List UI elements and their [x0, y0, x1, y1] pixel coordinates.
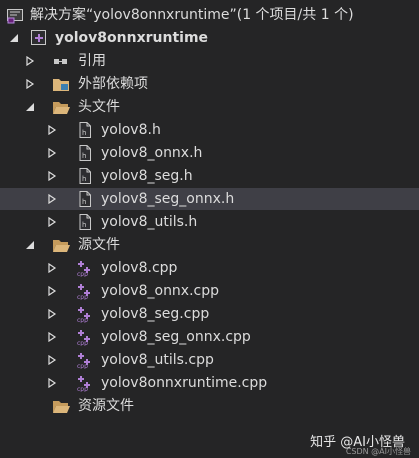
svg-text:h: h [82, 221, 86, 229]
svg-text:cpp: cpp [77, 386, 88, 392]
chevron-collapsed-icon[interactable] [46, 124, 58, 136]
external-deps-folder-icon [52, 75, 70, 93]
chevron-expanded-icon[interactable] [8, 32, 20, 44]
chevron-collapsed-icon[interactable] [46, 331, 58, 343]
svg-text:h: h [82, 129, 86, 137]
folder-open-icon [52, 397, 70, 415]
svg-text:h: h [82, 152, 86, 160]
svg-text:cpp: cpp [77, 317, 88, 323]
header-files-folder[interactable]: 头文件 [0, 96, 419, 118]
header-file-icon: h [76, 144, 94, 162]
chevron-collapsed-icon[interactable] [46, 170, 58, 182]
file-label: yolov8_utils.h [101, 214, 198, 230]
chevron-collapsed-icon[interactable] [24, 55, 36, 67]
file-row[interactable]: cpp yolov8.cpp [0, 257, 419, 279]
references-icon [52, 52, 70, 70]
solution-label: 解决方案“yolov8onnxruntime”(1 个项目/共 1 个) [30, 7, 354, 23]
resource-files-label: 资源文件 [78, 398, 134, 414]
file-label: yolov8.cpp [101, 260, 178, 276]
chevron-collapsed-icon[interactable] [46, 216, 58, 228]
watermark-sub-text: CSDN @AI小怪兽 [345, 447, 411, 456]
header-files-label: 头文件 [78, 99, 120, 115]
project-label: yolov8onnxruntime [55, 30, 209, 46]
chevron-collapsed-icon[interactable] [46, 377, 58, 389]
resource-files-folder[interactable]: 资源文件 [0, 395, 419, 417]
external-deps-node[interactable]: 外部依赖项 [0, 73, 419, 95]
svg-text:cpp: cpp [77, 271, 88, 277]
file-label: yolov8_seg.h [101, 168, 193, 184]
references-node[interactable]: 引用 [0, 50, 419, 72]
header-file-icon: h [76, 167, 94, 185]
file-row[interactable]: cpp yolov8_utils.cpp [0, 349, 419, 371]
references-label: 引用 [78, 53, 106, 69]
file-row[interactable]: h yolov8_utils.h [0, 211, 419, 233]
file-row[interactable]: h yolov8_onnx.h [0, 142, 419, 164]
file-row[interactable]: h yolov8_seg.h [0, 165, 419, 187]
file-label: yolov8_seg.cpp [101, 306, 210, 322]
chevron-collapsed-icon[interactable] [46, 308, 58, 320]
file-label: yolov8.h [101, 122, 161, 138]
folder-open-icon [52, 98, 70, 116]
svg-text:h: h [82, 175, 86, 183]
source-files-label: 源文件 [78, 237, 120, 253]
project-node[interactable]: yolov8onnxruntime [0, 27, 419, 49]
chevron-expanded-icon[interactable] [24, 101, 36, 113]
file-label: yolov8_onnx.h [101, 145, 203, 161]
chevron-collapsed-icon[interactable] [46, 354, 58, 366]
source-files-folder[interactable]: 源文件 [0, 234, 419, 256]
cpp-project-icon [30, 29, 48, 47]
chevron-collapsed-icon[interactable] [46, 285, 58, 297]
file-row[interactable]: cpp yolov8_seg_onnx.cpp [0, 326, 419, 348]
svg-text:h: h [82, 198, 86, 206]
folder-open-icon [52, 236, 70, 254]
svg-text:cpp: cpp [77, 294, 88, 300]
file-row[interactable]: h yolov8_seg_onnx.h [0, 188, 419, 210]
chevron-collapsed-icon[interactable] [46, 262, 58, 274]
file-label: yolov8_seg_onnx.h [101, 191, 235, 207]
solution-icon [6, 6, 24, 24]
cpp-file-icon: cpp [76, 259, 94, 277]
cpp-file-icon: cpp [76, 305, 94, 323]
header-file-icon: h [76, 121, 94, 139]
file-label: yolov8_utils.cpp [101, 352, 214, 368]
cpp-file-icon: cpp [76, 328, 94, 346]
svg-text:cpp: cpp [77, 363, 88, 369]
cpp-file-icon: cpp [76, 374, 94, 392]
file-row[interactable]: cpp yolov8_seg.cpp [0, 303, 419, 325]
file-label: yolov8_onnx.cpp [101, 283, 220, 299]
chevron-expanded-icon[interactable] [24, 239, 36, 251]
chevron-collapsed-icon[interactable] [24, 78, 36, 90]
external-deps-label: 外部依赖项 [78, 76, 148, 92]
solution-node[interactable]: 解决方案“yolov8onnxruntime”(1 个项目/共 1 个) [0, 4, 419, 26]
svg-text:cpp: cpp [77, 340, 88, 346]
cpp-file-icon: cpp [76, 282, 94, 300]
file-row[interactable]: cpp yolov8_onnx.cpp [0, 280, 419, 302]
header-file-icon: h [76, 190, 94, 208]
file-label: yolov8_seg_onnx.cpp [101, 329, 251, 345]
chevron-collapsed-icon[interactable] [46, 147, 58, 159]
header-file-icon: h [76, 213, 94, 231]
file-row[interactable]: cpp yolov8onnxruntime.cpp [0, 372, 419, 394]
file-label: yolov8onnxruntime.cpp [101, 375, 268, 391]
cpp-file-icon: cpp [76, 351, 94, 369]
file-row[interactable]: h yolov8.h [0, 119, 419, 141]
chevron-collapsed-icon[interactable] [46, 193, 58, 205]
